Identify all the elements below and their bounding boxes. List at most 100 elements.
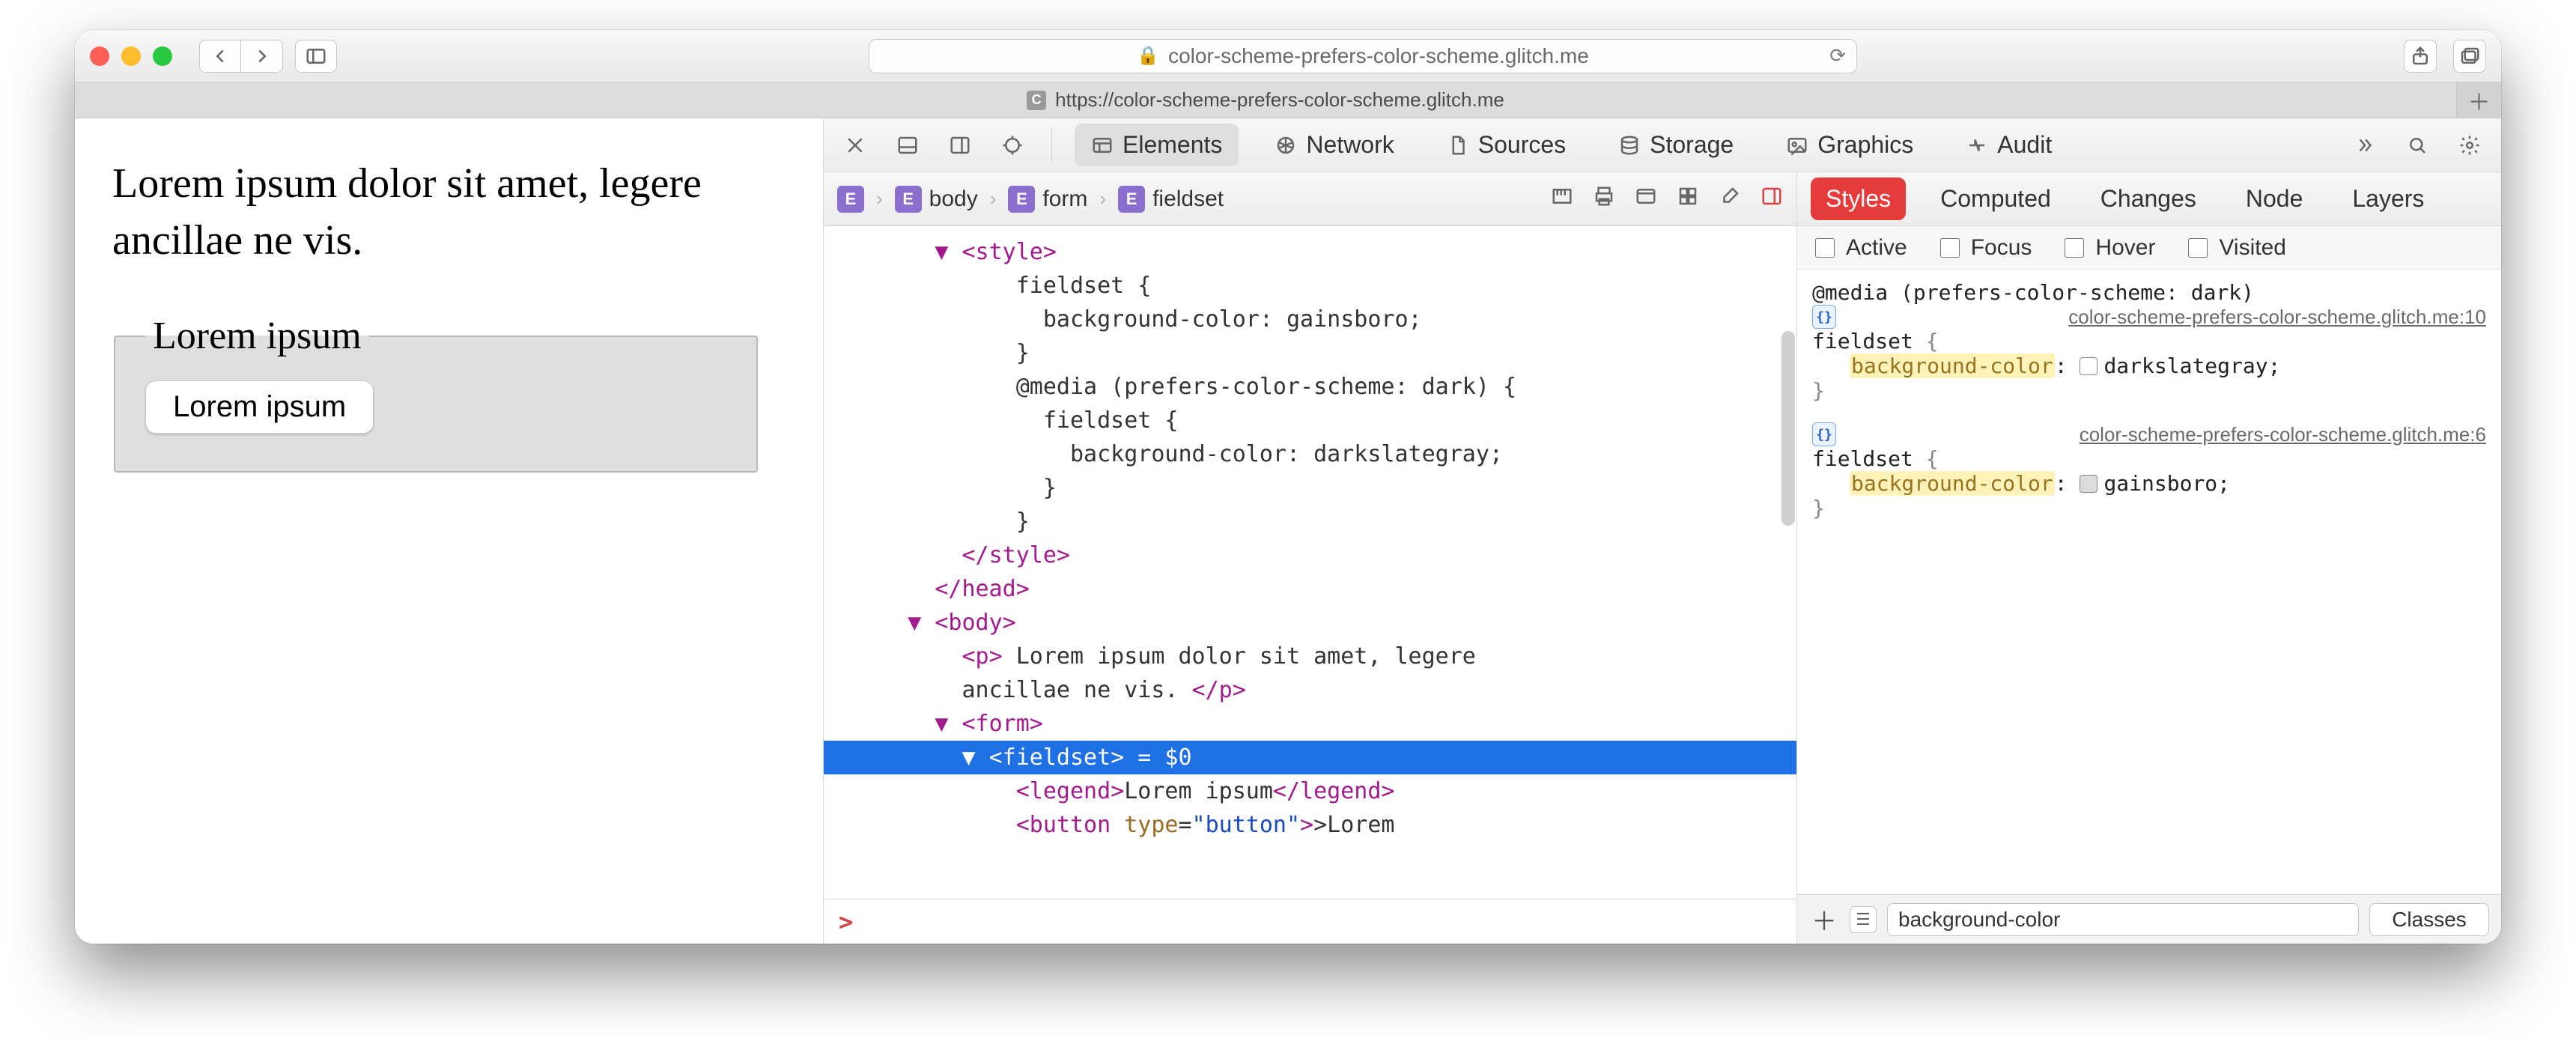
new-tab-button[interactable]: ＋	[2456, 82, 2501, 118]
sidebar-icon	[305, 45, 327, 67]
pseudo-hover[interactable]: Hover	[2062, 235, 2155, 261]
rule-dark-media: @media (prefers-color-scheme: dark)	[1812, 280, 2486, 305]
devtools-toolbar: Elements Network Sources Storage	[824, 118, 2501, 172]
color-swatch-icon[interactable]	[2080, 475, 2097, 493]
show-details-sidebar-button[interactable]	[1761, 185, 1783, 213]
rulers-button[interactable]	[1551, 185, 1573, 213]
more-tabs-button[interactable]	[2348, 129, 2381, 162]
stylesheet-icon[interactable]: {}	[1812, 305, 1836, 329]
rule-dark-source[interactable]: color-scheme-prefers-color-scheme.glitch…	[2068, 306, 2486, 329]
classes-toggle-button[interactable]: Classes	[2369, 903, 2489, 936]
tab-strip: C https://color-scheme-prefers-color-sch…	[75, 82, 2501, 118]
demo-paragraph: Lorem ipsum dolor sit amet, legere ancil…	[112, 156, 786, 269]
force-appearance-button[interactable]	[1635, 185, 1657, 213]
graphics-icon	[1786, 134, 1808, 157]
dom-selected-fieldset[interactable]: ▼ <fieldset> = $0	[824, 741, 1796, 774]
gear-icon	[2458, 134, 2481, 157]
show-tabs-button[interactable]	[2453, 40, 2486, 73]
forward-button[interactable]	[241, 40, 283, 73]
breadcrumb-badge-body: E	[895, 186, 922, 213]
tabs-icon	[2458, 45, 2481, 67]
sidebar-toggle-button[interactable]	[295, 40, 337, 73]
pseudo-active-checkbox[interactable]	[1815, 238, 1835, 258]
sources-icon	[1447, 134, 1469, 157]
demo-button[interactable]: Lorem ipsum	[145, 380, 374, 434]
pseudo-hover-checkbox[interactable]	[2065, 238, 2084, 258]
tab-network[interactable]: Network	[1258, 124, 1410, 166]
styles-tab-node[interactable]: Node	[2231, 177, 2318, 220]
details-sidebar-icon	[1761, 185, 1783, 207]
styles-tab-layers[interactable]: Layers	[2337, 177, 2439, 220]
dom-tree[interactable]: ▼ <style> fieldset { background-color: g…	[824, 226, 1797, 944]
demo-fieldset: Lorem ipsum Lorem ipsum	[114, 314, 758, 473]
close-devtools-button[interactable]	[839, 129, 872, 162]
dock-bottom-icon	[896, 134, 919, 157]
tab-sources[interactable]: Sources	[1430, 124, 1582, 166]
new-rule-button[interactable]: ＋	[1809, 901, 1839, 938]
breadcrumb-badge-form: E	[1008, 186, 1035, 213]
rule-light-selector[interactable]: fieldset	[1812, 446, 1913, 471]
tab-current[interactable]: C https://color-scheme-prefers-color-sch…	[75, 82, 2456, 118]
dom-scrollbar[interactable]	[1780, 226, 1795, 944]
pseudo-focus[interactable]: Focus	[1937, 235, 2032, 261]
pseudo-focus-checkbox[interactable]	[1940, 238, 1960, 258]
pseudo-active[interactable]: Active	[1812, 235, 1907, 261]
minimize-window-button[interactable]	[121, 46, 141, 66]
console-drawer[interactable]: >	[824, 899, 1796, 944]
devtools-subtoolbar: E › E body › E form › E fieldset	[824, 172, 2501, 226]
dock-bottom-button[interactable]	[891, 129, 924, 162]
styles-filter-input[interactable]	[1887, 903, 2359, 936]
content-area: Lorem ipsum dolor sit amet, legere ancil…	[75, 118, 2501, 944]
breadcrumb-root-icon[interactable]: E	[837, 186, 864, 213]
chevrons-right-icon	[2354, 134, 2376, 157]
tab-graphics[interactable]: Graphics	[1770, 124, 1930, 166]
tab-storage[interactable]: Storage	[1602, 124, 1750, 166]
tab-elements[interactable]: Elements	[1075, 124, 1239, 166]
tab-elements-label: Elements	[1123, 131, 1222, 159]
console-prompt-icon: >	[839, 904, 853, 940]
close-window-button[interactable]	[90, 46, 109, 66]
demo-legend: Lorem ipsum	[145, 314, 369, 358]
favicon-icon: C	[1027, 91, 1046, 110]
titlebar: 🔒 color-scheme-prefers-color-scheme.glit…	[75, 30, 2501, 82]
grid-icon	[1677, 185, 1699, 207]
paint-flashing-button[interactable]	[1719, 185, 1741, 213]
settings-button[interactable]	[2453, 129, 2486, 162]
filter-icon: ☰	[1850, 906, 1877, 933]
rule-dark-prop[interactable]: background-color: darkslategray;	[1812, 353, 2486, 378]
search-button[interactable]	[2401, 129, 2434, 162]
chevron-left-icon	[209, 45, 231, 67]
styles-tab-styles[interactable]: Styles	[1811, 177, 1906, 220]
breadcrumb-form[interactable]: form	[1042, 186, 1087, 212]
breadcrumb-fieldset[interactable]: fieldset	[1152, 186, 1224, 212]
styles-tab-changes[interactable]: Changes	[2086, 177, 2211, 220]
rule-dark-selector[interactable]: fieldset	[1812, 329, 1913, 353]
address-bar[interactable]: 🔒 color-scheme-prefers-color-scheme.glit…	[869, 39, 1857, 73]
pseudo-visited[interactable]: Visited	[2185, 235, 2286, 261]
reload-button[interactable]: ⟳	[1829, 44, 1846, 67]
zoom-window-button[interactable]	[153, 46, 172, 66]
target-icon	[1001, 134, 1024, 157]
printer-icon	[1593, 185, 1615, 207]
dock-right-button[interactable]	[944, 129, 976, 162]
select-element-button[interactable]	[996, 129, 1029, 162]
elements-icon	[1091, 134, 1114, 157]
devtools-body: ▼ <style> fieldset { background-color: g…	[824, 226, 2501, 944]
share-button[interactable]	[2404, 40, 2437, 73]
tab-storage-label: Storage	[1650, 131, 1734, 159]
lock-icon: 🔒	[1137, 45, 1159, 67]
stylesheet-icon[interactable]: {}	[1812, 422, 1836, 446]
styles-tab-computed[interactable]: Computed	[1925, 177, 2066, 220]
color-swatch-icon[interactable]	[2080, 357, 2097, 375]
print-styles-button[interactable]	[1593, 185, 1615, 213]
tab-audit[interactable]: Audit	[1949, 124, 2068, 166]
style-rules[interactable]: @media (prefers-color-scheme: dark) {} c…	[1797, 270, 2501, 894]
rule-light: {} color-scheme-prefers-color-scheme.gli…	[1812, 422, 2486, 520]
pseudo-visited-checkbox[interactable]	[2188, 238, 2208, 258]
compositing-borders-button[interactable]	[1677, 185, 1699, 213]
audit-icon	[1966, 134, 1988, 157]
back-button[interactable]	[199, 40, 241, 73]
rule-light-prop[interactable]: background-color: gainsboro;	[1812, 471, 2486, 496]
breadcrumb-body[interactable]: body	[929, 186, 978, 212]
rule-light-source[interactable]: color-scheme-prefers-color-scheme.glitch…	[2080, 423, 2486, 446]
